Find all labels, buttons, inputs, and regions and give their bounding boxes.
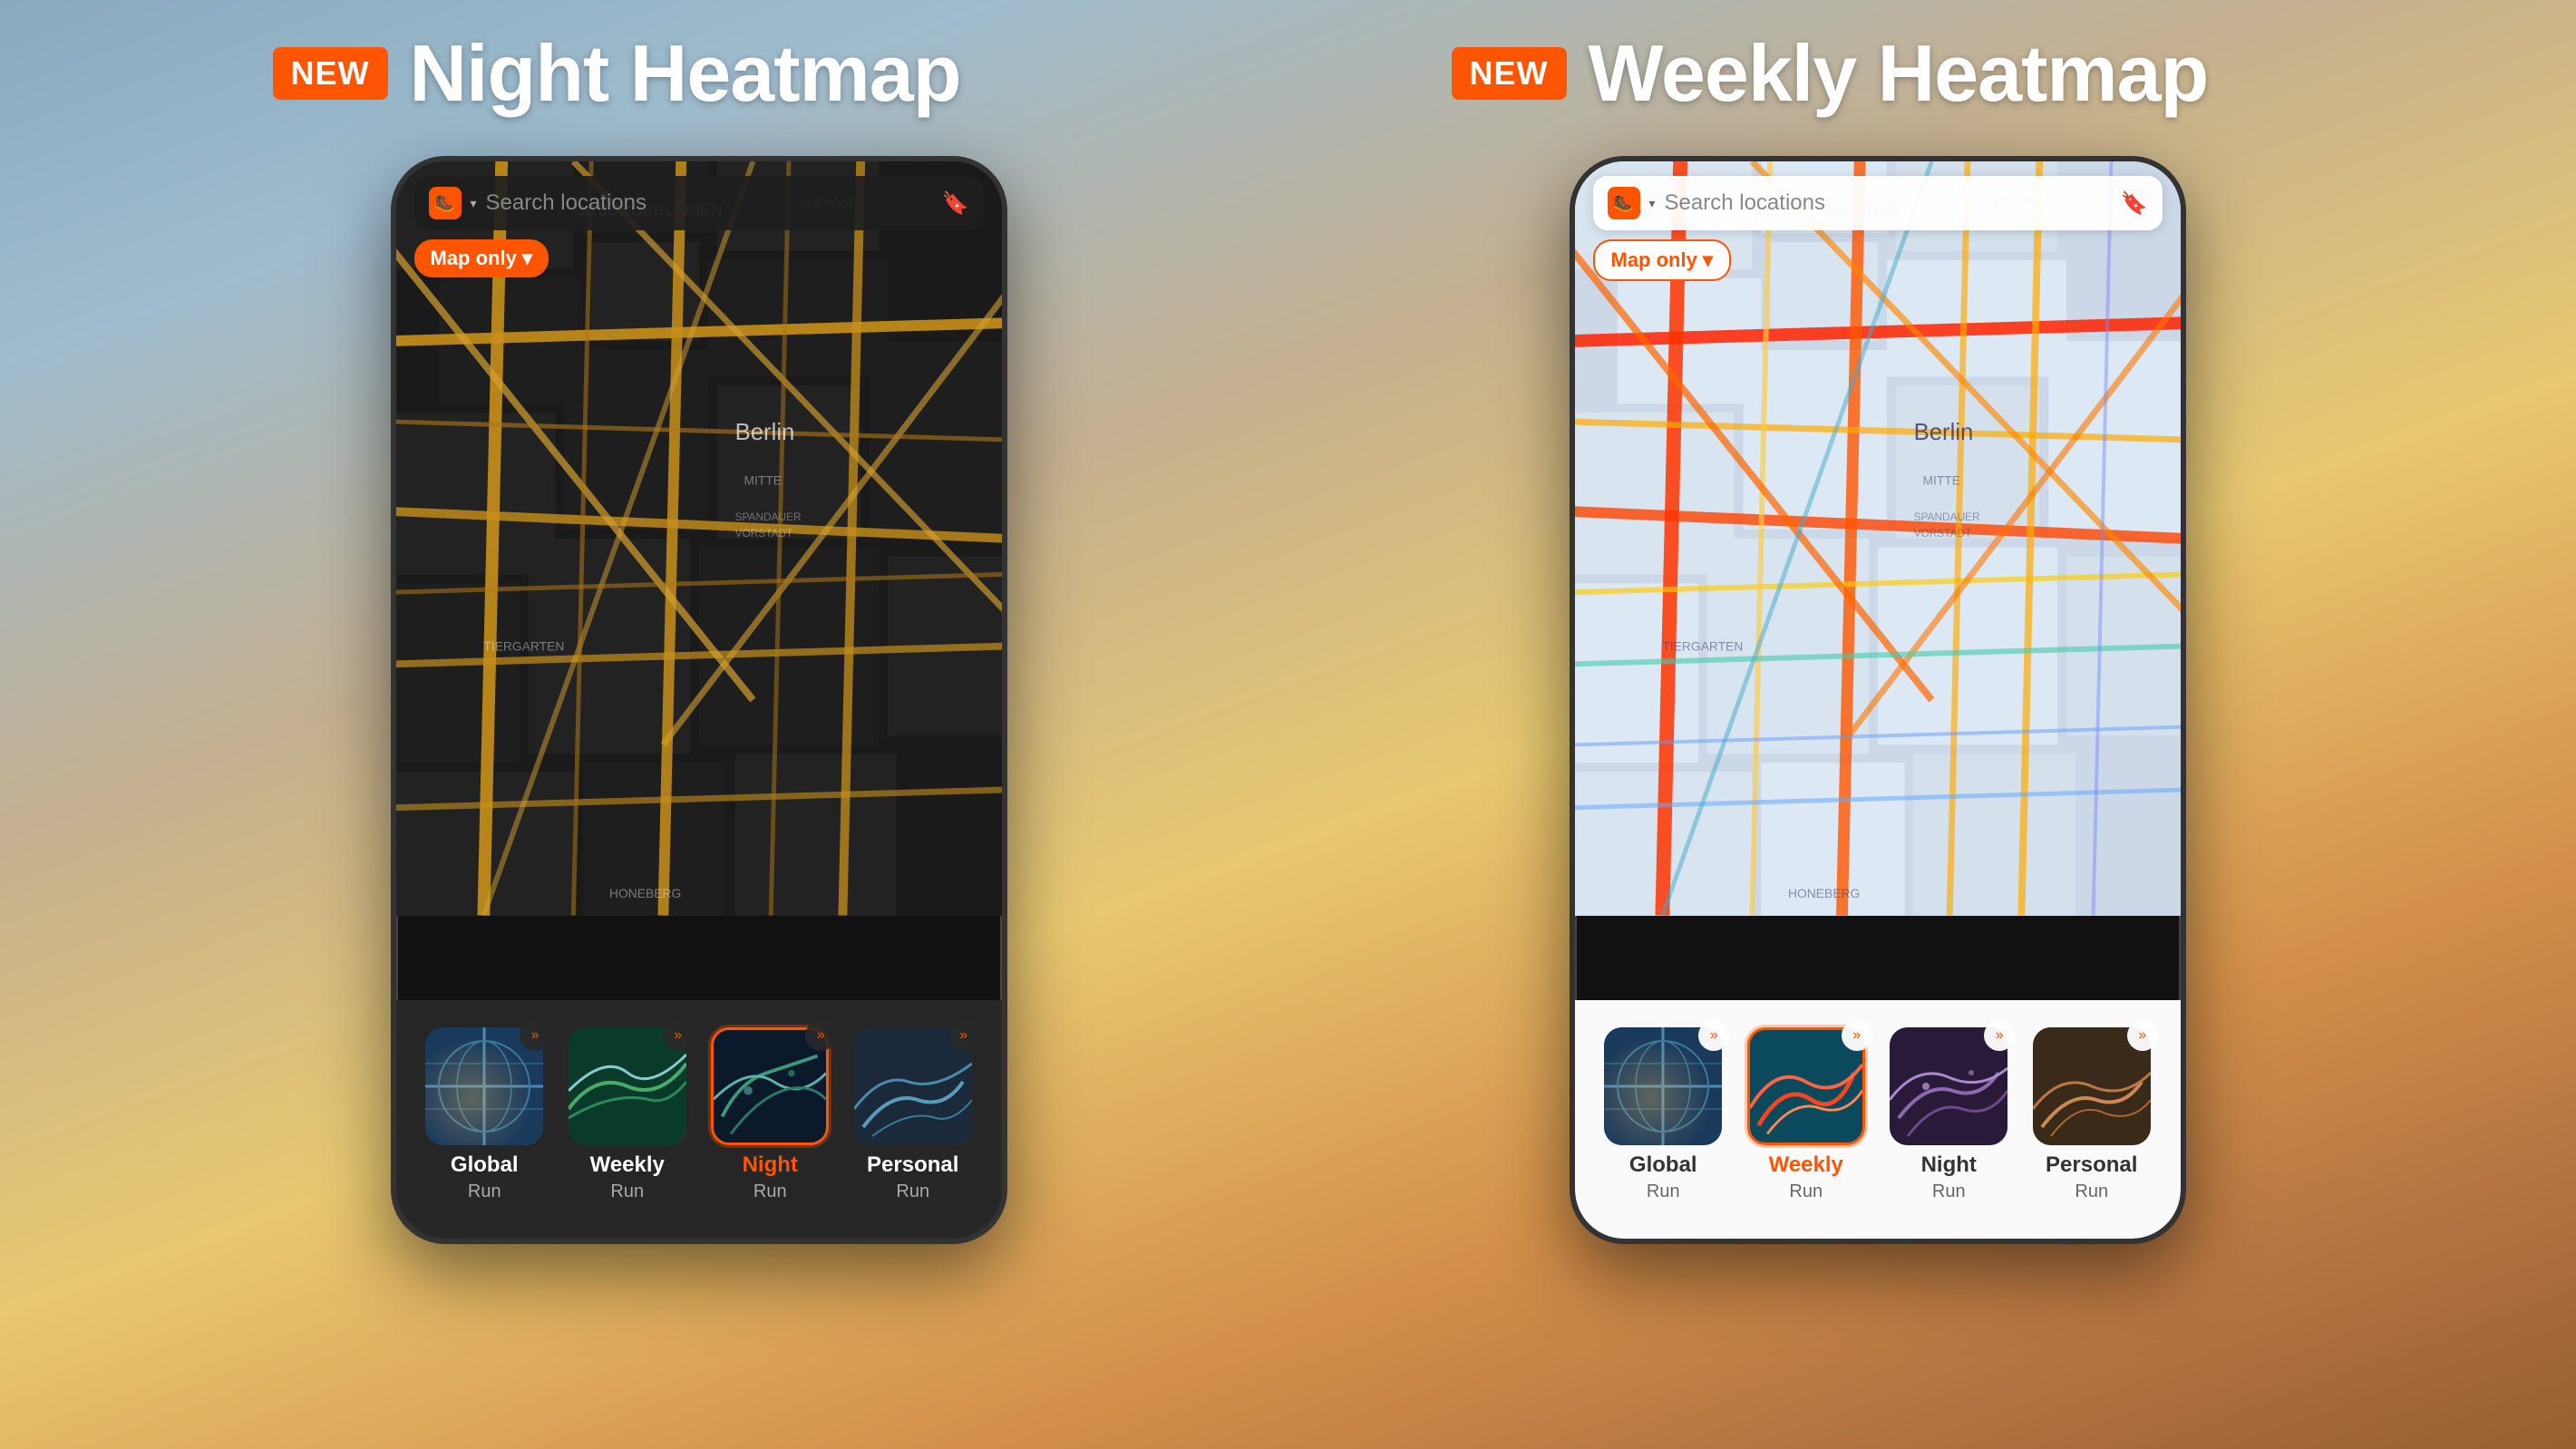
right-bottom-card: » Global Run	[1575, 1000, 2181, 1239]
left-shoe-icon: 🥾	[429, 187, 462, 219]
right-bookmark-icon[interactable]: 🔖	[2121, 190, 2148, 217]
left-bottom-card: » Global Run	[396, 1000, 1002, 1239]
right-phone-frame: GESUNDBRUNNEN GLEIMVIE... Berlin MITTE T…	[1570, 156, 2186, 1244]
right-arrow-personal: »	[2127, 1020, 2158, 1051]
left-header: NEW Night Heatmap	[200, 27, 961, 120]
right-label-global: Global	[1629, 1152, 1697, 1178]
left-sublabel-personal: Run	[896, 1182, 929, 1202]
right-new-badge: NEW	[1452, 47, 1567, 100]
svg-text:SPANDAUER: SPANDAUER	[734, 511, 801, 523]
left-arrow-global: »	[520, 1020, 550, 1051]
right-map-only-button[interactable]: Map only ▾	[1593, 239, 1732, 281]
right-heatmap-personal[interactable]: » Personal Run	[2033, 1027, 2151, 1202]
right-sublabel-global: Run	[1647, 1182, 1680, 1202]
right-sublabel-night: Run	[1932, 1182, 1966, 1202]
left-search-bar[interactable]: 🥾 ▾ Search locations 🔖	[414, 176, 984, 230]
right-heatmap-global[interactable]: » Global Run	[1604, 1027, 1722, 1202]
left-label-night: Night	[743, 1152, 798, 1178]
left-heatmap-personal[interactable]: » Personal Run	[854, 1027, 972, 1202]
left-title: Night Heatmap	[410, 27, 961, 120]
left-heatmap-global[interactable]: » Global Run	[425, 1027, 543, 1202]
left-section: NEW Night Heatmap	[200, 27, 1198, 1244]
left-arrow-weekly: »	[663, 1020, 694, 1051]
left-bookmark-icon[interactable]: 🔖	[942, 190, 969, 217]
left-phone-wrapper: GESUNDBRUNNEN GLEIMVIE... Berlin MITTE T…	[345, 156, 1053, 1244]
right-arrow-weekly: »	[1842, 1020, 1872, 1051]
right-shoe-icon: 🥾	[1608, 187, 1640, 219]
right-arrow-global: »	[1698, 1020, 1729, 1051]
left-map-only-button[interactable]: Map only ▾	[414, 239, 549, 277]
left-label-global: Global	[451, 1152, 519, 1178]
left-label-personal: Personal	[867, 1152, 958, 1178]
left-map: GESUNDBRUNNEN GLEIMVIE... Berlin MITTE T…	[396, 161, 1002, 916]
svg-text:VORSTADT: VORSTADT	[734, 527, 792, 540]
left-search-text[interactable]: Search locations	[486, 190, 933, 216]
right-label-weekly: Weekly	[1769, 1152, 1843, 1178]
left-arrow-night: »	[805, 1020, 836, 1051]
left-heatmap-weekly[interactable]: » Weekly Run	[569, 1027, 686, 1202]
left-label-weekly: Weekly	[590, 1152, 665, 1178]
svg-text:Berlin: Berlin	[1913, 420, 1973, 445]
svg-text:Berlin: Berlin	[734, 420, 794, 445]
right-chevron: ▾	[1649, 196, 1656, 211]
main-content: NEW Night Heatmap	[0, 0, 2576, 1449]
svg-text:HONEBERG: HONEBERG	[609, 886, 681, 900]
right-heatmap-weekly[interactable]: » Weekly Run	[1747, 1027, 1865, 1202]
svg-text:MITTE: MITTE	[1922, 472, 1960, 487]
svg-text:TIERGARTEN: TIERGARTEN	[483, 639, 564, 654]
right-topbar: 🥾 ▾ Search locations 🔖 Map only ▾	[1575, 161, 2181, 290]
right-search-text[interactable]: Search locations	[1665, 190, 2112, 216]
right-label-night: Night	[1921, 1152, 1977, 1178]
right-sublabel-personal: Run	[2075, 1182, 2108, 1202]
left-arrow-personal: »	[948, 1020, 979, 1051]
right-phone-wrapper: GESUNDBRUNNEN GLEIMVIE... Berlin MITTE T…	[1524, 156, 2231, 1244]
right-title: Weekly Heatmap	[1589, 27, 2209, 120]
right-label-personal: Personal	[2046, 1152, 2137, 1178]
svg-text:HONEBERG: HONEBERG	[1788, 886, 1860, 900]
right-map: GESUNDBRUNNEN GLEIMVIE... Berlin MITTE T…	[1575, 161, 2181, 916]
left-heatmap-night[interactable]: » Night Run	[711, 1027, 829, 1202]
right-arrow-night: »	[1984, 1020, 2015, 1051]
svg-text:MITTE: MITTE	[744, 472, 782, 487]
left-new-badge: NEW	[273, 47, 388, 100]
svg-text:SPANDAUER: SPANDAUER	[1913, 511, 1979, 523]
right-heatmap-night[interactable]: » Night Run	[1890, 1027, 2007, 1202]
right-sublabel-weekly: Run	[1789, 1182, 1823, 1202]
left-sublabel-weekly: Run	[610, 1182, 644, 1202]
right-section: NEW Weekly Heatmap	[1379, 27, 2377, 1244]
right-header: NEW Weekly Heatmap	[1379, 27, 2209, 120]
left-heatmap-options: » Global Run	[418, 1027, 980, 1202]
right-heatmap-options: » Global Run	[1597, 1027, 2159, 1202]
left-chevron: ▾	[471, 196, 477, 211]
left-sublabel-night: Run	[753, 1182, 787, 1202]
left-sublabel-global: Run	[468, 1182, 501, 1202]
left-phone-frame: GESUNDBRUNNEN GLEIMVIE... Berlin MITTE T…	[391, 156, 1007, 1244]
left-topbar: 🥾 ▾ Search locations 🔖 Map only ▾	[396, 161, 1002, 287]
svg-text:VORSTADT: VORSTADT	[1913, 527, 1971, 540]
svg-text:TIERGARTEN: TIERGARTEN	[1662, 639, 1743, 654]
right-search-bar[interactable]: 🥾 ▾ Search locations 🔖	[1593, 176, 2163, 230]
